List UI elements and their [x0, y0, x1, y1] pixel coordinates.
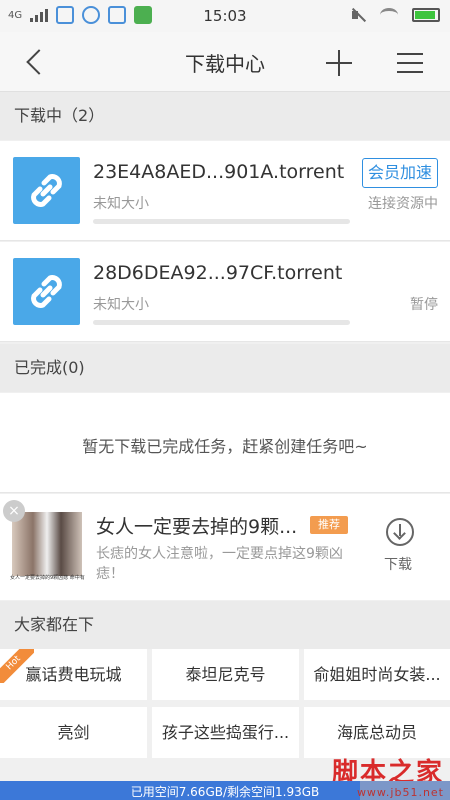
hot-label: Hot — [0, 649, 34, 683]
page-title: 下载中心 — [185, 52, 265, 76]
completed-empty-state: 暂无下载已完成任务，赶紧创建任务吧~ — [0, 393, 450, 493]
download-icon — [386, 518, 414, 546]
empty-message: 暂无下载已完成任务，赶紧创建任务吧~ — [82, 437, 368, 456]
link-file-icon — [13, 258, 80, 325]
close-icon[interactable]: × — [3, 500, 25, 522]
status-bar: 4G 15:03 — [0, 0, 450, 32]
wifi-icon — [380, 8, 398, 22]
file-name: 28D6DEA92...97CF.torrent — [93, 262, 343, 284]
popular-header: 大家都在下 — [0, 601, 450, 649]
download-item[interactable]: 28D6DEA92...97CF.torrent 未知大小 暂停 — [0, 242, 450, 342]
completed-label: 已完成(0) — [14, 358, 85, 377]
menu-icon[interactable] — [397, 51, 423, 75]
popular-item[interactable]: 亮剑 — [0, 707, 147, 758]
ad-thumbnail — [12, 512, 82, 576]
file-size: 未知大小 — [93, 196, 149, 212]
title-bar: 下载中心 — [0, 32, 450, 92]
hot-badge: Hot — [0, 649, 34, 683]
popular-item[interactable]: 孩子这些捣蛋行... — [152, 707, 299, 758]
link-file-icon — [13, 157, 80, 224]
file-size: 未知大小 — [93, 297, 149, 313]
add-task-icon[interactable] — [326, 50, 352, 76]
battery-icon — [412, 8, 440, 22]
popular-item[interactable]: 泰坦尼克号 — [152, 649, 299, 700]
recommend-badge: 推荐 — [310, 516, 348, 534]
download-status: 暂停 — [410, 297, 438, 313]
downloading-label: 下载中 — [14, 106, 63, 125]
ad-download-button[interactable]: 下载 — [380, 516, 420, 576]
progress-bar — [93, 320, 350, 325]
completed-header: 已完成(0) — [0, 344, 450, 392]
watermark-url: www.jb51.net — [356, 786, 444, 799]
recommended-ad[interactable]: 女人一定要去掉的9颗凶痣 命中有煞 × 女人一定要去掉的9颗... 推荐 长痣的… — [0, 494, 450, 600]
vip-speedup-button[interactable]: 会员加速 — [362, 158, 438, 188]
ad-title: 女人一定要去掉的9颗... — [96, 516, 298, 538]
popular-item[interactable]: 俞姐姐时尚女装... — [304, 649, 450, 700]
download-label: 下载 — [384, 557, 412, 573]
downloading-count: （2） — [62, 106, 105, 125]
ad-description: 长痣的女人注意啦，一定要点掉这9颗凶痣！ — [96, 546, 343, 582]
popular-item[interactable]: 海底总动员 — [304, 707, 450, 758]
file-name: 23E4A8AED...901A.torrent — [93, 161, 345, 183]
mute-icon — [350, 7, 366, 23]
download-item[interactable]: 23E4A8AED...901A.torrent 未知大小 会员加速 连接资源中 — [0, 141, 450, 241]
progress-bar — [93, 219, 350, 224]
downloading-header: 下载中（2） — [0, 92, 450, 140]
download-status: 连接资源中 — [368, 196, 438, 212]
back-icon[interactable] — [24, 49, 44, 75]
ad-thumbnail-caption: 女人一定要去掉的9颗凶痣 命中有煞 — [10, 575, 85, 581]
status-right — [350, 7, 440, 23]
popular-label: 大家都在下 — [14, 615, 95, 634]
